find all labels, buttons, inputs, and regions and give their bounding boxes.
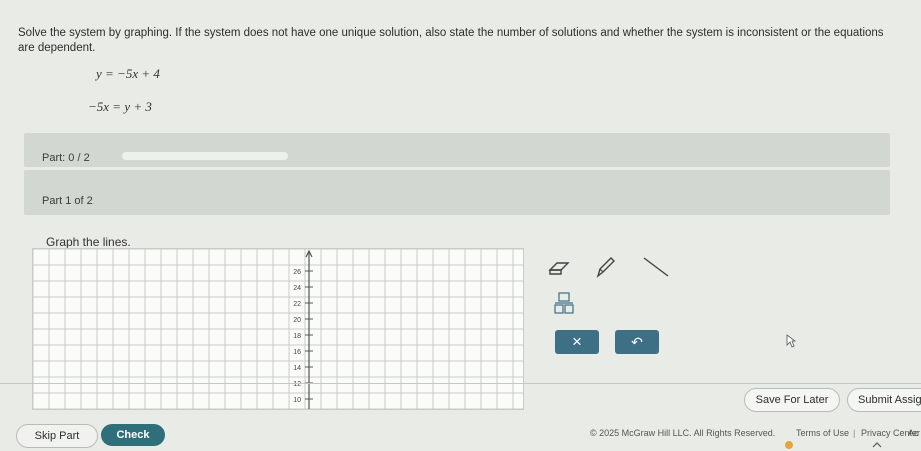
- equation-2: −5x = y + 3: [88, 99, 152, 114]
- y-tick-label: 24: [293, 285, 301, 292]
- undo-icon: ↶: [631, 333, 643, 350]
- graph-area[interactable]: 26 24 22 20 18 16 14 12 10: [32, 248, 524, 410]
- equation-1: y = −5x + 4: [96, 66, 160, 81]
- undo-button[interactable]: ↶: [615, 330, 659, 354]
- eraser-icon: [548, 262, 570, 275]
- y-tick-label: 20: [293, 317, 301, 324]
- chevron-up-icon[interactable]: [872, 441, 882, 449]
- y-tick-label: 14: [293, 365, 301, 372]
- progress-label: Part: 0 / 2: [42, 152, 90, 164]
- terms-link[interactable]: Terms of Use: [796, 428, 849, 438]
- section-divider: [0, 383, 921, 384]
- fraction-tool[interactable]: [552, 291, 576, 315]
- problem-prompt: Solve the system by graphing. If the sys…: [18, 27, 884, 54]
- part-label: Part 1 of 2: [42, 195, 93, 207]
- check-button[interactable]: Check: [101, 424, 165, 446]
- pencil-tool[interactable]: [592, 252, 618, 282]
- close-icon: ×: [572, 332, 582, 351]
- y-tick-label: 16: [293, 349, 301, 356]
- fraction-icon: [554, 292, 574, 314]
- progress-track: [122, 152, 288, 160]
- footer-separator: |: [853, 428, 856, 438]
- copyright-text: © 2025 McGraw Hill LLC. All Rights Reser…: [590, 428, 776, 438]
- submit-assignment-button[interactable]: Submit Assig: [847, 388, 921, 412]
- y-tick-label: 18: [293, 333, 301, 340]
- weather-icon: [785, 441, 793, 449]
- y-tick-label: 26: [293, 269, 301, 276]
- line-tool[interactable]: [640, 252, 672, 282]
- save-for-later-button[interactable]: Save For Later: [744, 388, 840, 412]
- y-tick-label: 22: [293, 301, 301, 308]
- pencil-icon: [596, 257, 615, 278]
- progress-bar-container: [24, 133, 890, 167]
- graph-grid[interactable]: 262422201816141210: [32, 248, 523, 410]
- graph-instruction: Graph the lines.: [46, 235, 131, 249]
- clear-button[interactable]: ×: [555, 330, 599, 354]
- y-tick-label: 10: [293, 397, 301, 404]
- eraser-tool[interactable]: [546, 258, 572, 278]
- skip-part-button[interactable]: Skip Part: [16, 424, 98, 448]
- footer-extra-link[interactable]: Ac: [908, 428, 919, 438]
- mouse-cursor-icon: [786, 334, 796, 348]
- part-header: [24, 170, 890, 215]
- line-segment-icon: [643, 257, 669, 277]
